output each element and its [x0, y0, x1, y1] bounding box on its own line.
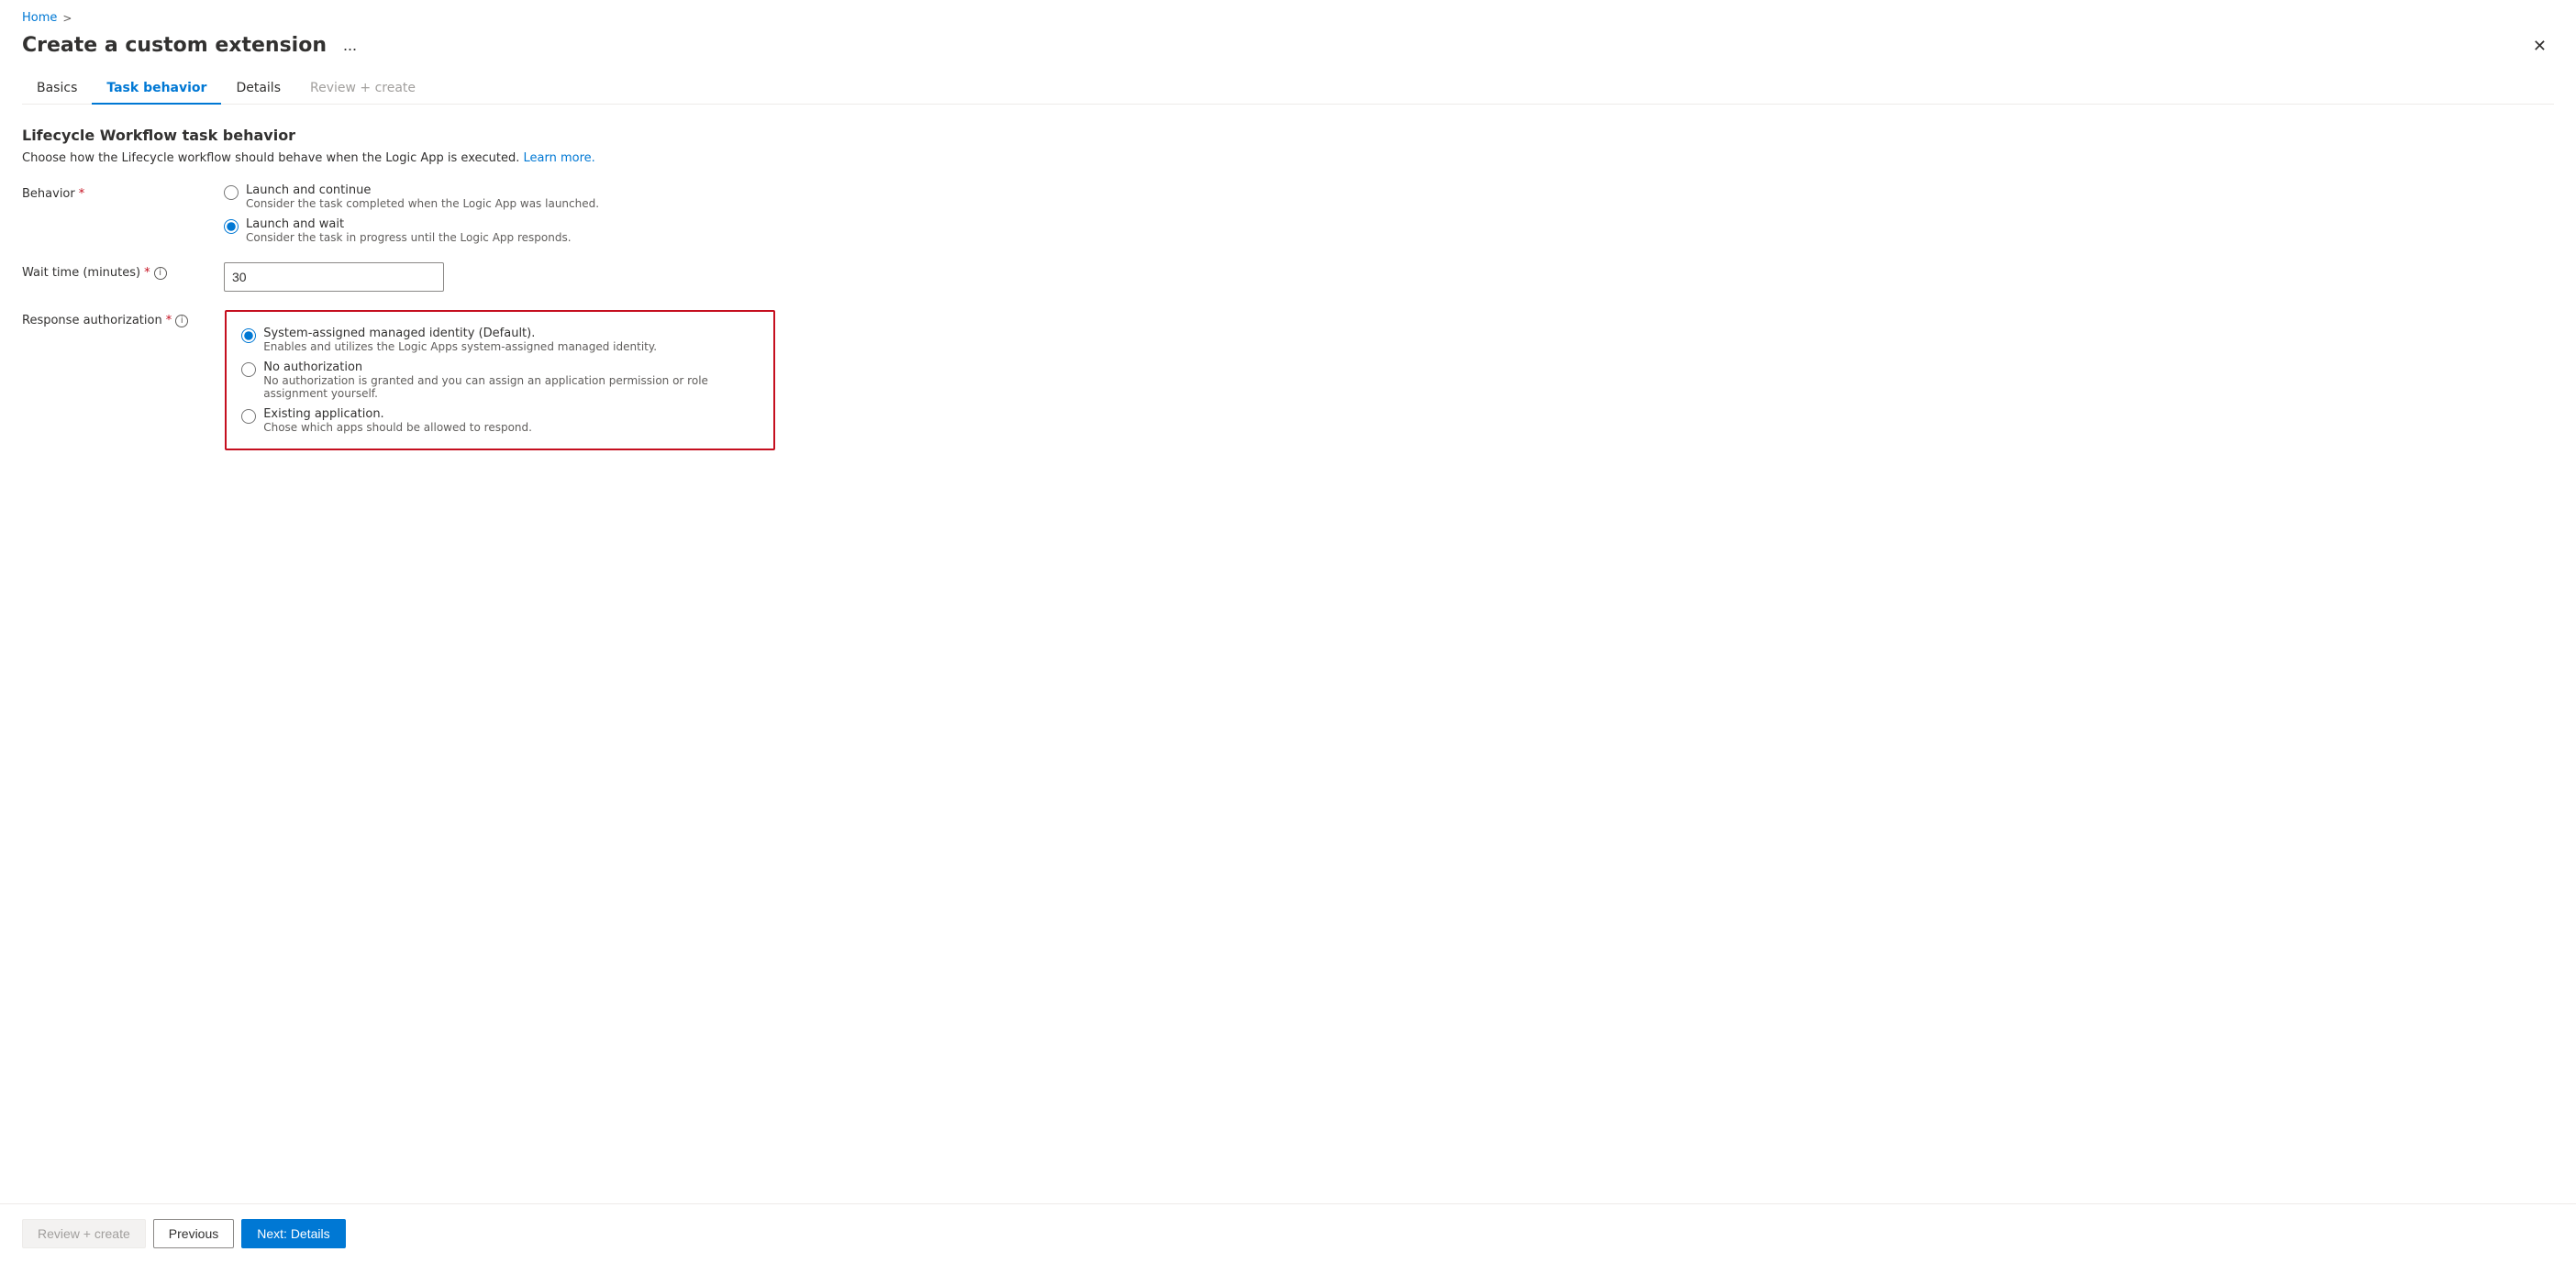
response-auth-existing-app-label: Existing application.	[263, 407, 532, 421]
tab-basics[interactable]: Basics	[22, 73, 92, 105]
tab-details[interactable]: Details	[221, 73, 295, 105]
tabs-container: Basics Task behavior Details Review + cr…	[22, 73, 2554, 105]
wait-time-form-row: Wait time (minutes) * i	[22, 262, 2554, 292]
behavior-form-row: Behavior * Launch and continue Consider …	[22, 183, 2554, 244]
response-auth-radio-system-assigned[interactable]	[241, 328, 256, 343]
behavior-radio-launch-wait[interactable]	[224, 219, 239, 234]
breadcrumb-home-link[interactable]: Home	[22, 11, 57, 25]
page-title: Create a custom extension	[22, 34, 327, 57]
response-auth-no-auth-label: No authorization	[263, 360, 759, 374]
response-auth-form-content: System-assigned managed identity (Defaul…	[225, 310, 775, 450]
response-auth-box: System-assigned managed identity (Defaul…	[225, 310, 775, 450]
section-description-text: Choose how the Lifecycle workflow should…	[22, 151, 519, 165]
behavior-launch-wait-desc: Consider the task in progress until the …	[246, 231, 572, 244]
response-auth-option-no-auth[interactable]: No authorization No authorization is gra…	[241, 360, 759, 400]
response-auth-required-star: *	[166, 314, 172, 327]
more-options-button[interactable]: ...	[336, 32, 364, 59]
breadcrumb-separator: >	[62, 12, 72, 25]
next-details-button[interactable]: Next: Details	[241, 1219, 345, 1248]
behavior-launch-wait-label: Launch and wait	[246, 217, 572, 231]
breadcrumb: Home >	[22, 11, 2554, 25]
behavior-option-launch-wait[interactable]: Launch and wait Consider the task in pro…	[224, 217, 774, 244]
behavior-option-launch-continue[interactable]: Launch and continue Consider the task co…	[224, 183, 774, 210]
wait-time-form-content	[224, 262, 774, 292]
section-title: Lifecycle Workflow task behavior	[22, 127, 2554, 144]
behavior-radio-group: Launch and continue Consider the task co…	[224, 183, 774, 244]
response-auth-system-assigned-label: System-assigned managed identity (Defaul…	[263, 327, 657, 340]
behavior-launch-continue-desc: Consider the task completed when the Log…	[246, 197, 599, 210]
wait-time-info-icon[interactable]: i	[154, 267, 167, 280]
response-auth-radio-existing-app[interactable]	[241, 409, 256, 424]
wait-time-label: Wait time (minutes) * i	[22, 262, 187, 280]
section-description: Choose how the Lifecycle workflow should…	[22, 151, 2554, 165]
response-auth-form-row: Response authorization * i System-assign…	[22, 310, 2554, 450]
behavior-label: Behavior *	[22, 183, 187, 201]
behavior-required-star: *	[79, 187, 85, 201]
previous-button[interactable]: Previous	[153, 1219, 234, 1248]
response-auth-radio-group: System-assigned managed identity (Defaul…	[241, 327, 759, 434]
response-auth-label: Response authorization * i	[22, 310, 188, 327]
tab-task-behavior[interactable]: Task behavior	[92, 73, 221, 105]
behavior-form-content: Launch and continue Consider the task co…	[224, 183, 774, 244]
learn-more-link[interactable]: Learn more.	[524, 151, 595, 165]
response-auth-info-icon[interactable]: i	[175, 315, 188, 327]
response-auth-option-system-assigned[interactable]: System-assigned managed identity (Defaul…	[241, 327, 759, 353]
behavior-radio-launch-continue[interactable]	[224, 185, 239, 200]
wait-time-required-star: *	[144, 266, 150, 280]
tab-review-create: Review + create	[295, 73, 430, 105]
response-auth-system-assigned-desc: Enables and utilizes the Logic Apps syst…	[263, 340, 657, 353]
response-auth-no-auth-desc: No authorization is granted and you can …	[263, 374, 759, 400]
response-auth-option-existing-app[interactable]: Existing application. Chose which apps s…	[241, 407, 759, 434]
page-header-left: Create a custom extension ...	[22, 32, 364, 59]
footer: Review + create Previous Next: Details	[0, 1203, 2576, 1263]
behavior-launch-continue-label: Launch and continue	[246, 183, 599, 197]
page-header: Create a custom extension ... ✕	[22, 32, 2554, 59]
response-auth-existing-app-desc: Chose which apps should be allowed to re…	[263, 421, 532, 434]
wait-time-input[interactable]	[224, 262, 444, 292]
response-auth-radio-no-auth[interactable]	[241, 362, 256, 377]
review-create-button[interactable]: Review + create	[22, 1219, 146, 1248]
close-button[interactable]: ✕	[2526, 34, 2554, 58]
